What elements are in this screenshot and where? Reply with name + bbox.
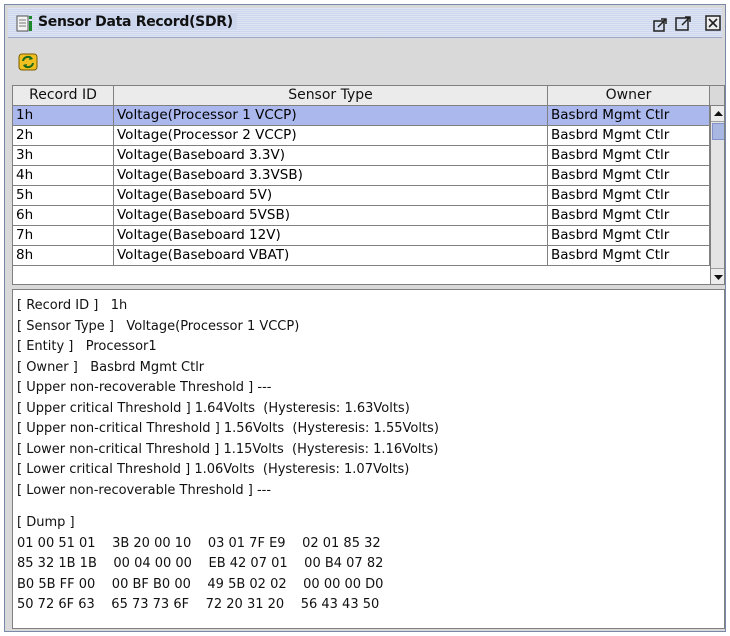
- detail-upper-nonrecoverable: [ Upper non-recoverable Threshold ] ---: [17, 380, 272, 395]
- cell-record-id: 8h: [13, 246, 114, 265]
- detail-lower-critical: [ Lower critical Threshold ] 1.06Volts (…: [17, 462, 410, 477]
- title-bar[interactable]: Sensor Data Record(SDR): [8, 8, 722, 38]
- column-header-record-id[interactable]: Record ID: [13, 86, 114, 106]
- maximize-icon[interactable]: [675, 14, 693, 32]
- cell-sensor-type: Voltage(Processor 1 VCCP): [114, 106, 548, 125]
- header-corner: [710, 86, 724, 106]
- cell-sensor-type: Voltage(Processor 2 VCCP): [114, 126, 548, 145]
- cell-owner: Basbrd Mgmt Ctlr: [548, 246, 710, 265]
- cell-sensor-type: Voltage(Baseboard VBAT): [114, 246, 548, 265]
- cell-record-id: 1h: [13, 106, 114, 125]
- scroll-track[interactable]: [711, 122, 724, 268]
- cell-record-id: 6h: [13, 206, 114, 225]
- minimize-icon[interactable]: [653, 14, 671, 32]
- detail-record-id: [ Record ID ] 1h: [17, 298, 128, 313]
- toolbar: [8, 41, 722, 85]
- detail-lower-nonrecoverable: [ Lower non-recoverable Threshold ] ---: [17, 482, 272, 498]
- table-row[interactable]: 2h Voltage(Processor 2 VCCP) Basbrd Mgmt…: [13, 126, 710, 146]
- cell-owner: Basbrd Mgmt Ctlr: [548, 106, 710, 125]
- cell-record-id: 4h: [13, 166, 114, 185]
- cell-sensor-type: Voltage(Baseboard 3.3V): [114, 146, 548, 165]
- table-row[interactable]: 1h Voltage(Processor 1 VCCP) Basbrd Mgmt…: [13, 106, 710, 126]
- scroll-up-button[interactable]: [711, 106, 724, 122]
- dump-line: 85 32 1B 1B 00 04 00 00 EB 42 07 01 00 B…: [17, 556, 384, 571]
- table-scrollbar[interactable]: [710, 106, 724, 284]
- cell-owner: Basbrd Mgmt Ctlr: [548, 146, 710, 165]
- cell-sensor-type: Voltage(Baseboard 5VSB): [114, 206, 548, 225]
- cell-owner: Basbrd Mgmt Ctlr: [548, 226, 710, 245]
- table-header: Record ID Sensor Type Owner: [13, 86, 724, 106]
- scroll-thumb[interactable]: [712, 123, 724, 140]
- cell-record-id: 2h: [13, 126, 114, 145]
- detail-upper-noncritical: [ Upper non-critical Threshold ] 1.56Vol…: [17, 421, 439, 436]
- refresh-icon[interactable]: [16, 51, 40, 73]
- close-icon[interactable]: [704, 14, 722, 32]
- dump-line: 01 00 51 01 3B 20 00 10 03 01 7F E9 02 0…: [17, 535, 381, 551]
- detail-lower-noncritical: [ Lower non-critical Threshold ] 1.15Vol…: [17, 441, 439, 457]
- cell-owner: Basbrd Mgmt Ctlr: [548, 186, 710, 205]
- arrow-down-icon: [714, 275, 723, 280]
- sdr-table: Record ID Sensor Type Owner 1h Voltage(P…: [12, 85, 725, 285]
- table-row[interactable]: 3h Voltage(Baseboard 3.3V) Basbrd Mgmt C…: [13, 146, 710, 166]
- table-row[interactable]: 6h Voltage(Baseboard 5VSB) Basbrd Mgmt C…: [13, 206, 710, 226]
- table-row[interactable]: 5h Voltage(Baseboard 5V) Basbrd Mgmt Ctl…: [13, 186, 710, 206]
- cell-owner: Basbrd Mgmt Ctlr: [548, 126, 710, 145]
- cell-sensor-type: Voltage(Baseboard 12V): [114, 226, 548, 245]
- detail-sensor-type: [ Sensor Type ] Voltage(Processor 1 VCCP…: [17, 318, 300, 334]
- arrow-up-icon: [714, 111, 723, 116]
- table-body: 1h Voltage(Processor 1 VCCP) Basbrd Mgmt…: [13, 106, 710, 266]
- document-info-icon: [16, 15, 32, 32]
- detail-entity: [ Entity ] Processor1: [17, 339, 157, 354]
- cell-record-id: 3h: [13, 146, 114, 165]
- sdr-window: Sensor Data Record(SDR) Record ID Sensor…: [4, 4, 726, 632]
- detail-upper-critical: [ Upper critical Threshold ] 1.64Volts (…: [17, 400, 410, 416]
- cell-owner: Basbrd Mgmt Ctlr: [548, 206, 710, 225]
- scroll-down-button[interactable]: [711, 268, 724, 284]
- cell-owner: Basbrd Mgmt Ctlr: [548, 166, 710, 185]
- cell-record-id: 5h: [13, 186, 114, 205]
- cell-sensor-type: Voltage(Baseboard 3.3VSB): [114, 166, 548, 185]
- record-detail-panel[interactable]: [ Record ID ] 1h [ Sensor Type ] Voltage…: [12, 289, 725, 629]
- dump-label: [ Dump ]: [17, 515, 75, 530]
- table-row[interactable]: 4h Voltage(Baseboard 3.3VSB) Basbrd Mgmt…: [13, 166, 710, 186]
- cell-sensor-type: Voltage(Baseboard 5V): [114, 186, 548, 205]
- detail-owner: [ Owner ] Basbrd Mgmt Ctlr: [17, 359, 205, 375]
- column-header-sensor-type[interactable]: Sensor Type: [114, 86, 548, 106]
- dump-line: B0 5B FF 00 00 BF B0 00 49 5B 02 02 00 0…: [17, 576, 384, 592]
- table-row[interactable]: 7h Voltage(Baseboard 12V) Basbrd Mgmt Ct…: [13, 226, 710, 246]
- dump-line: 50 72 6F 63 65 73 73 6F 72 20 31 20 56 4…: [17, 597, 380, 612]
- window-title: Sensor Data Record(SDR): [38, 14, 237, 30]
- cell-record-id: 7h: [13, 226, 114, 245]
- table-row[interactable]: 8h Voltage(Baseboard VBAT) Basbrd Mgmt C…: [13, 246, 710, 266]
- column-header-owner[interactable]: Owner: [548, 86, 710, 106]
